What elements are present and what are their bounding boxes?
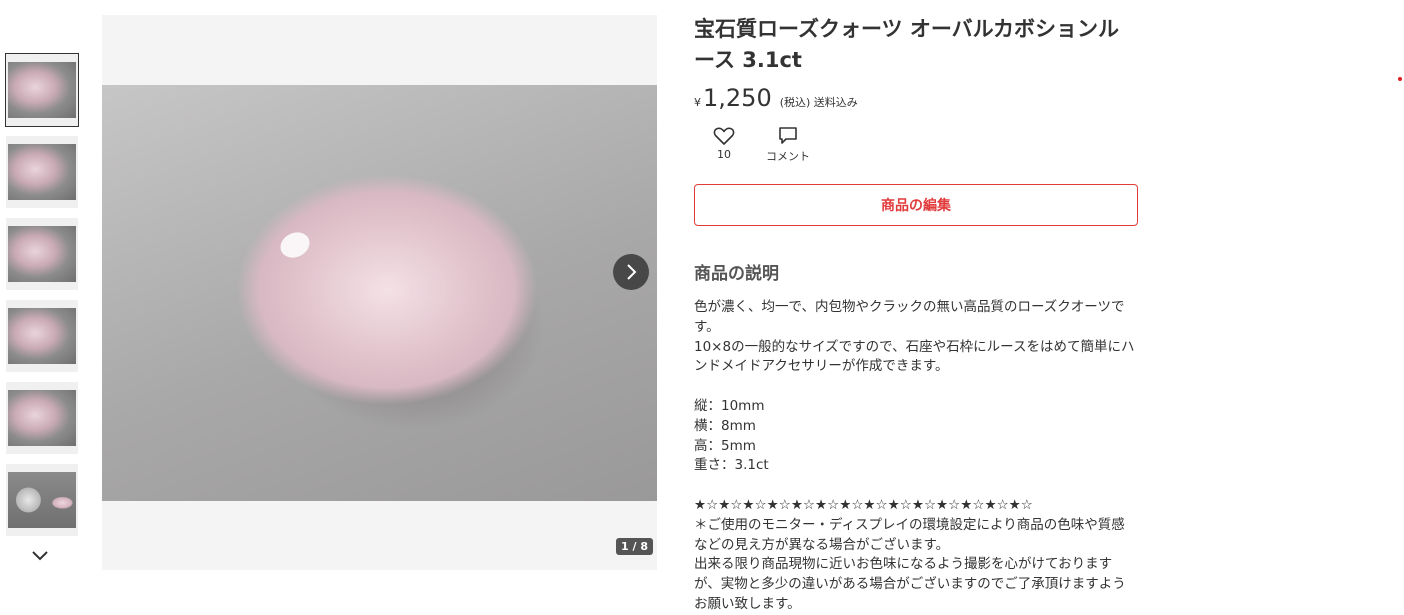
- like-count: 10: [717, 148, 731, 161]
- thumbnail-image: [8, 144, 76, 200]
- comment-label: コメント: [766, 150, 810, 163]
- indicator-dot: [1398, 77, 1402, 81]
- speech-bubble-icon: [779, 127, 797, 144]
- description-heading: 商品の説明: [694, 264, 779, 284]
- edit-product-button[interactable]: 商品の編集: [694, 184, 1138, 226]
- thumbnail-3[interactable]: [6, 218, 78, 290]
- thumbnail-2[interactable]: [6, 136, 78, 208]
- product-info: 宝石質ローズクォーツ オーバルカボションルース 3.1ct ¥ 1,250 (税…: [694, 14, 1138, 615]
- product-price: 1,250: [703, 84, 772, 112]
- heart-icon: [713, 127, 735, 145]
- thumbnail-6[interactable]: [6, 464, 78, 536]
- product-photo: [102, 85, 657, 501]
- photo-highlight: [276, 227, 314, 263]
- thumbnail-image: [8, 472, 76, 528]
- tax-shipping-note: (税込) 送料込み: [779, 96, 858, 109]
- comment-button[interactable]: コメント: [754, 126, 822, 170]
- product-title: 宝石質ローズクォーツ オーバルカボションルース 3.1ct: [694, 17, 1119, 72]
- main-image-viewer: 1 / 8: [102, 15, 657, 570]
- thumbnail-image: [8, 390, 76, 446]
- thumbnail-image: [8, 226, 76, 282]
- thumbnail-image: [8, 62, 76, 118]
- price-row: ¥ 1,250 (税込) 送料込み: [694, 84, 1138, 114]
- thumbnail-image: [8, 308, 76, 364]
- chevron-right-icon: [627, 264, 637, 280]
- thumbnail-1[interactable]: [5, 53, 79, 127]
- like-button[interactable]: 10: [690, 126, 758, 170]
- chevron-down-icon[interactable]: [30, 546, 50, 566]
- currency-symbol: ¥: [694, 96, 701, 109]
- thumbnail-4[interactable]: [6, 300, 78, 372]
- description-text: 色が濃く、均一で、内包物やクラックの無い高品質のローズクオーツです。 10×8の…: [694, 299, 1135, 612]
- thumbnail-5[interactable]: [6, 382, 78, 454]
- next-image-button[interactable]: [613, 254, 649, 290]
- thumbnail-list: [5, 53, 79, 546]
- action-row: 10 コメント: [694, 126, 1138, 170]
- image-counter: 1 / 8: [616, 538, 653, 555]
